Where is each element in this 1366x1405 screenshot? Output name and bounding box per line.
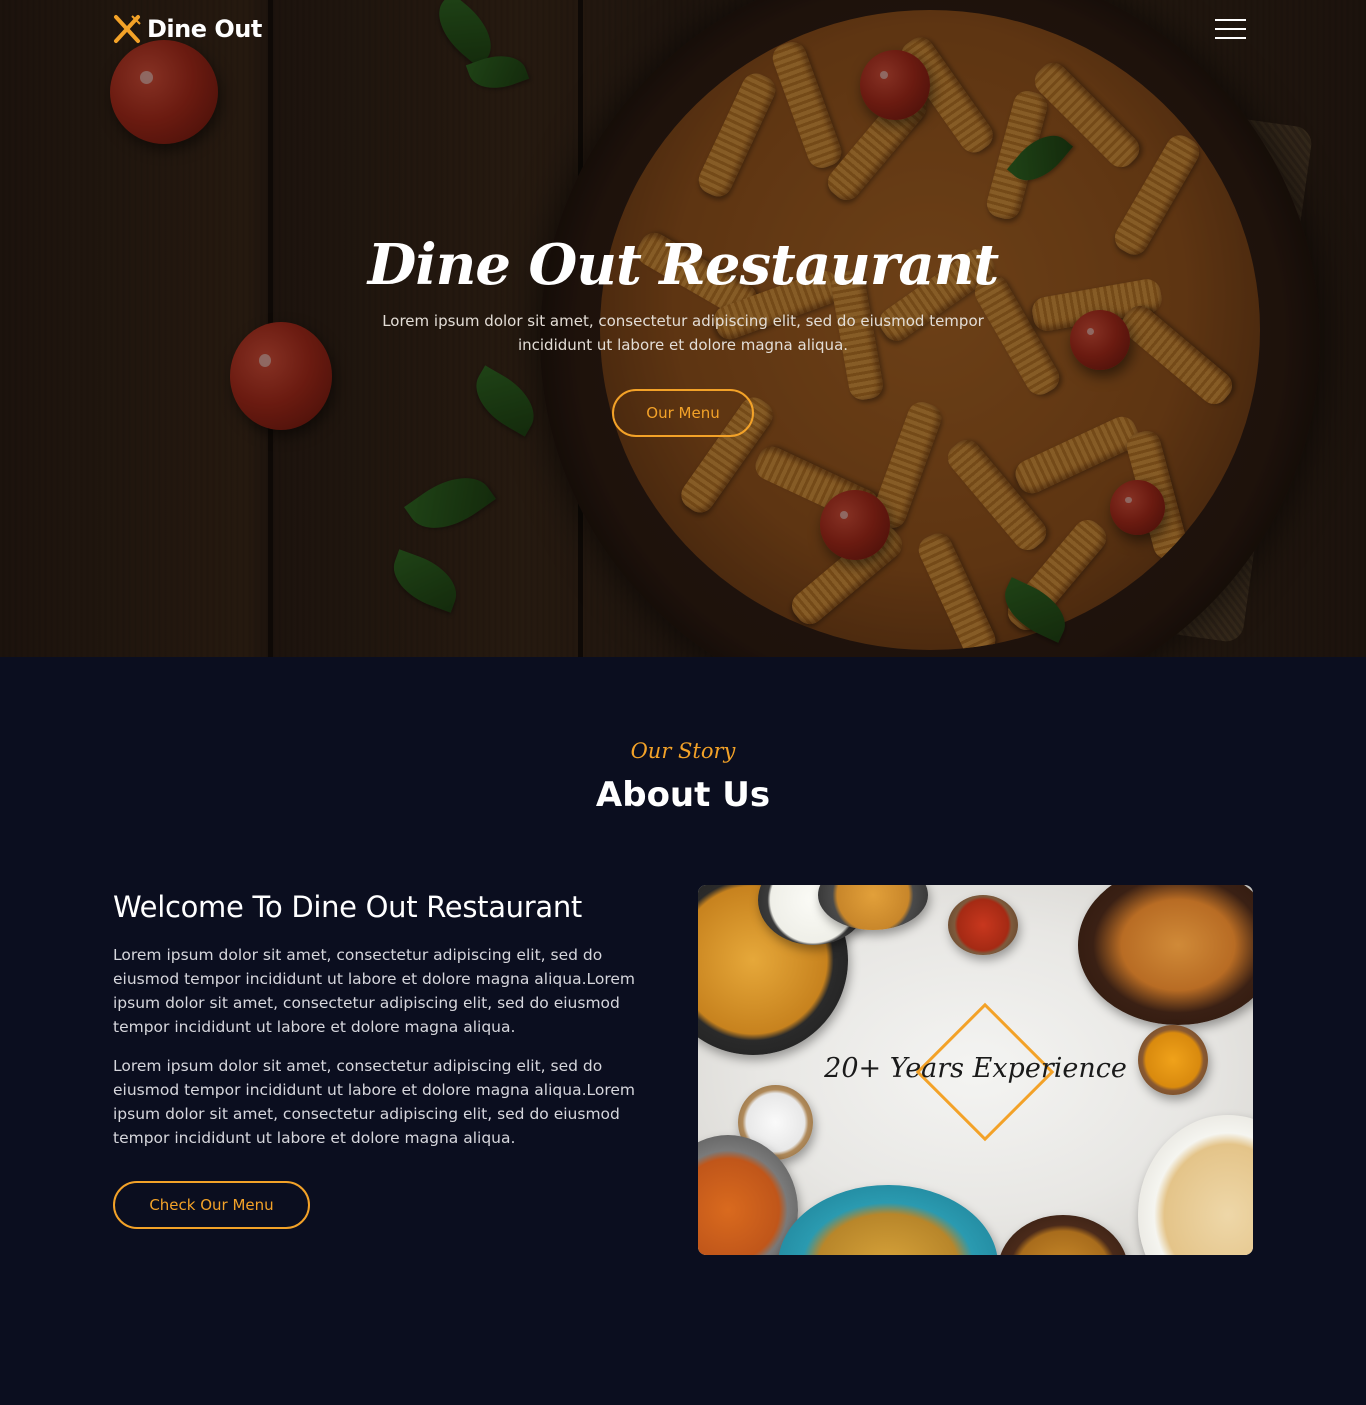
- brand-logo[interactable]: Dine Out: [113, 14, 262, 44]
- about-paragraph: Lorem ipsum dolor sit amet, consectetur …: [113, 946, 636, 1036]
- about-text-column: Welcome To Dine Out Restaurant Lorem ips…: [113, 887, 658, 1229]
- our-menu-button[interactable]: Our Menu: [612, 389, 754, 437]
- hero-subtitle: Lorem ipsum dolor sit amet, consectetur …: [382, 312, 984, 354]
- section-title: About Us: [595, 775, 771, 815]
- indian-food-image: 20+ Years Experience: [698, 885, 1253, 1255]
- hero-content: Dine Out Restaurant Lorem ipsum dolor si…: [0, 225, 1366, 437]
- hero-title: Dine Out Restaurant: [367, 232, 999, 298]
- fork-knife-icon: [114, 15, 141, 43]
- about-paragraph: Lorem ipsum dolor sit amet, consectetur …: [113, 1057, 636, 1147]
- section-eyebrow: Our Story: [630, 739, 736, 763]
- about-section: Our Story About Us Welcome To Dine Out R…: [0, 657, 1366, 1405]
- check-our-menu-button[interactable]: Check Our Menu: [113, 1181, 310, 1229]
- about-heading: Welcome To Dine Out Restaurant: [113, 890, 583, 924]
- hero-section: Dine Out Dine Out Restaurant Lorem ipsum…: [0, 0, 1366, 657]
- hamburger-icon[interactable]: [1215, 19, 1246, 39]
- experience-caption: 20+ Years Experience: [824, 1053, 1127, 1084]
- brand-name: Dine Out: [147, 15, 262, 43]
